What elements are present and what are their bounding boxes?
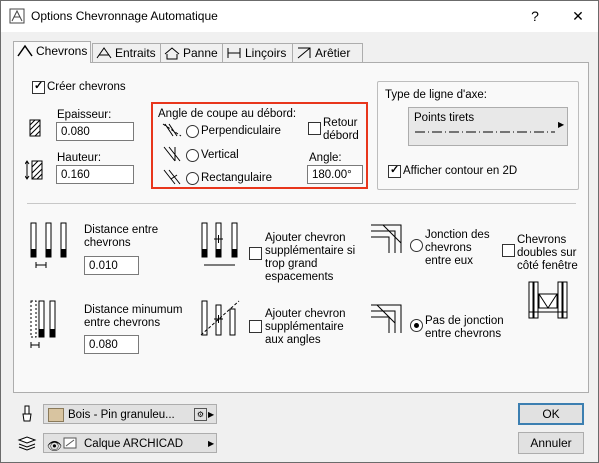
cancel-button[interactable]: Annuler <box>518 432 584 454</box>
distance-between-label-line2: chevrons <box>84 237 131 249</box>
selector-arrow-icon: ▶ <box>558 120 565 129</box>
junction-radio[interactable] <box>410 239 423 252</box>
vertical-label: Vertical <box>201 149 239 161</box>
cut-angle-title: Angle de coupe au débord: <box>158 108 297 120</box>
tab-label: Linçoirs <box>245 46 287 60</box>
thickness-input[interactable]: 0.080 <box>56 122 134 141</box>
overhang-return-checkbox[interactable] <box>308 122 321 135</box>
rectangular-label: Rectangulaire <box>201 172 272 184</box>
vertical-radio[interactable] <box>186 149 199 162</box>
angle-input[interactable]: 180.00° <box>307 165 363 184</box>
show-2d-contour-label: Afficher contour en 2D <box>403 165 518 177</box>
tab-chevrons[interactable]: Chevrons <box>13 41 91 63</box>
lincoirs-tab-icon <box>227 48 241 58</box>
junction-label-line3: entre eux <box>425 255 473 267</box>
window-title: Options Chevronnage Automatique <box>31 9 218 23</box>
close-button[interactable]: ✕ <box>565 5 591 27</box>
minimum-distance-input[interactable]: 0.080 <box>84 335 139 354</box>
junction-label-line1: Jonction des <box>425 229 490 241</box>
double-rafters-label-line3: côté fenêtre <box>517 260 578 272</box>
corner-rafter-icon <box>200 300 240 336</box>
create-rafters-label: Créer chevrons <box>47 81 126 93</box>
rectangular-cut-icon <box>163 169 181 185</box>
thickness-label: Epaisseur: <box>57 109 112 121</box>
material-label: Bois - Pin granuleu... <box>68 409 175 421</box>
tab-label: Arêtier <box>315 46 351 60</box>
height-input[interactable]: 0.160 <box>56 165 134 184</box>
add-corner-rafter-label-line3: aux angles <box>265 334 321 346</box>
separator <box>27 203 576 204</box>
wood-swatch-icon <box>48 408 64 422</box>
layer-lock-icon <box>63 437 77 449</box>
material-selector[interactable]: Bois - Pin granuleu... ⚙ ▶ <box>43 404 217 424</box>
distance-between-label-line1: Distance entre <box>84 224 159 236</box>
axis-line-type-value: Points tirets <box>414 112 475 124</box>
show-2d-contour-checkbox[interactable] <box>388 163 401 178</box>
tab-label: Chevrons <box>36 44 88 58</box>
aretier-tab-icon <box>297 47 311 59</box>
no-junction-label-line2: entre chevrons <box>425 328 502 340</box>
layer-arrow-icon: ▶ <box>208 439 215 448</box>
entraits-tab-icon <box>96 47 112 59</box>
distance-between-input[interactable]: 0.010 <box>84 256 139 275</box>
archicad-app-icon <box>9 8 25 24</box>
perpendicular-radio[interactable] <box>186 125 199 138</box>
tab-aretier[interactable]: Arêtier <box>292 43 363 62</box>
material-settings-icon: ⚙ <box>194 408 207 421</box>
overhang-return-label-line2: débord <box>323 130 359 142</box>
tab-panne[interactable]: Panne <box>160 43 225 62</box>
perpendicular-cut-icon <box>162 123 182 137</box>
no-junction-label-line1: Pas de jonction <box>425 315 504 327</box>
vertical-cut-icon <box>163 146 181 162</box>
extra-rafter-icon <box>201 222 238 266</box>
no-junction-icon <box>371 304 402 333</box>
add-corner-rafter-label-line2: supplémentaire <box>265 321 344 333</box>
paintbrush-icon <box>22 405 32 422</box>
layer-label: Calque ARCHICAD <box>84 438 184 450</box>
panne-tab-icon <box>164 47 180 60</box>
axis-line-type-selector[interactable]: Points tirets ▶ <box>408 107 568 146</box>
minimum-distance-icon <box>30 300 56 348</box>
tab-lincoirs[interactable]: Linçoirs <box>222 43 294 62</box>
add-corner-rafter-checkbox[interactable] <box>249 320 262 333</box>
add-extra-rafter-label-line4: espacements <box>265 271 334 283</box>
add-corner-rafter-label-line1: Ajouter chevron <box>265 308 346 320</box>
rafter-junction-icon <box>371 224 402 253</box>
tab-label: Panne <box>183 46 218 60</box>
junction-label-line2: chevrons <box>425 242 472 254</box>
ok-button[interactable]: OK <box>518 403 584 425</box>
rectangular-radio[interactable] <box>186 172 199 185</box>
minimum-distance-label-line2: entre chevrons <box>84 317 161 329</box>
height-icon <box>25 160 43 180</box>
rafter-spacing-icon <box>30 222 67 268</box>
dialog-window: Options Chevronnage Automatique ? ✕ Chev… <box>0 0 599 463</box>
create-rafters-checkbox[interactable] <box>32 79 45 94</box>
material-arrow-icon: ▶ <box>208 410 215 419</box>
help-button[interactable]: ? <box>522 5 548 27</box>
tab-entraits[interactable]: Entraits <box>92 43 164 62</box>
add-extra-rafter-label-line2: supplémentaire si <box>265 245 356 257</box>
add-extra-rafter-label-line3: trop grand <box>265 258 318 270</box>
layers-icon <box>17 436 37 451</box>
tab-label: Entraits <box>115 46 156 60</box>
double-rafters-label-line1: Chevrons <box>517 234 567 246</box>
add-extra-rafter-label-line1: Ajouter chevron <box>265 232 346 244</box>
minimum-distance-label-line1: Distance minumum <box>84 304 183 316</box>
chevrons-tab-icon <box>17 44 33 57</box>
double-rafters-checkbox[interactable] <box>502 244 515 257</box>
angle-label: Angle: <box>309 152 342 164</box>
title-bar: Options Chevronnage Automatique ? ✕ <box>1 1 598 32</box>
axis-line-type-label: Type de ligne d'axe: <box>385 89 487 101</box>
perpendicular-label: Perpendiculaire <box>201 125 281 137</box>
overhang-return-label-line1: Retour <box>323 117 358 129</box>
add-extra-rafter-checkbox[interactable] <box>249 247 262 260</box>
eye-icon: 👁 <box>47 439 63 453</box>
height-label: Hauteur: <box>57 152 102 164</box>
double-rafter-window-icon <box>528 281 568 319</box>
no-junction-radio[interactable] <box>410 319 423 332</box>
layer-selector[interactable]: 👁 Calque ARCHICAD ▶ <box>43 433 217 453</box>
dash-dot-line-preview <box>415 131 555 133</box>
thickness-icon <box>29 119 41 137</box>
double-rafters-label-line2: doubles sur <box>517 247 577 259</box>
